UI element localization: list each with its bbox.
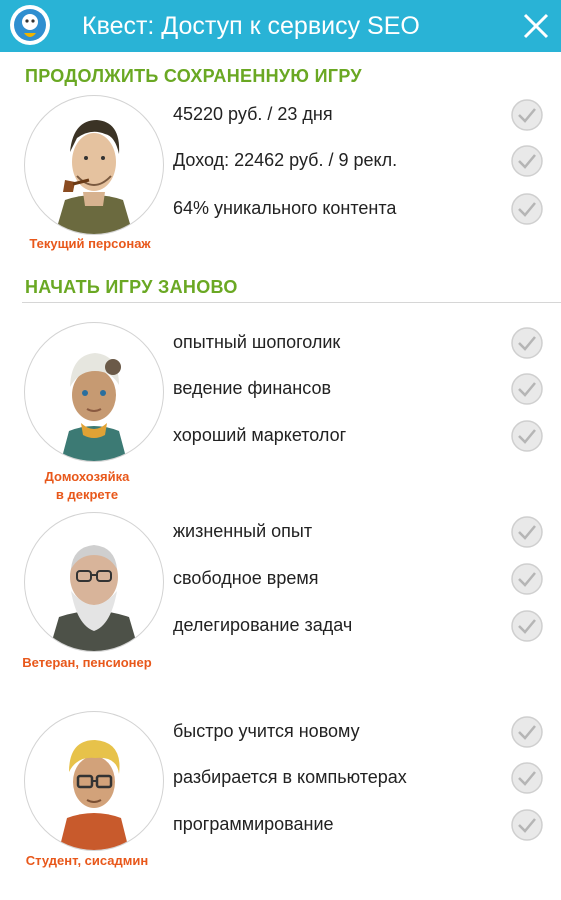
trait-row: разбирается в компьютерах [173,759,543,799]
trait-text: хороший маркетолог [173,425,347,445]
trait-row: программирование [173,806,543,846]
close-icon[interactable] [516,6,556,46]
check-circle-icon [511,610,543,642]
trait-row: опытный шопоголик [173,324,543,364]
trait-row: свободное время [173,560,543,600]
check-circle-icon [511,145,543,177]
trait-row: жизненный опыт [173,513,543,553]
app-avatar-icon[interactable] [10,5,50,45]
student-label: Студент, сисадмин [0,852,177,870]
trait-text: свободное время [173,568,319,588]
check-circle-icon [511,373,543,405]
check-circle-icon [511,809,543,841]
current-character-label: Текущий персонаж [29,236,151,251]
trait-row: хороший маркетолог [173,417,543,457]
label-line: Домохозяйка [44,469,130,484]
check-circle-icon [511,420,543,452]
stat-text: 45220 руб. / 23 дня [173,104,333,124]
stat-row: 64% уникального контента [173,190,543,230]
housewife-label: Домохозяйка в декрете [0,468,177,504]
label-line: Ветеран, пенсионер [22,655,152,670]
new-game-heading[interactable]: НАЧАТЬ ИГРУ ЗАНОВО [25,277,238,298]
stat-row: 45220 руб. / 23 дня [173,96,543,136]
check-circle-icon [511,99,543,131]
housewife-avatar[interactable] [24,322,164,462]
trait-text: делегирование задач [173,615,353,635]
trait-text: жизненный опыт [173,521,313,541]
trait-text: опытный шопоголик [173,332,341,352]
check-circle-icon [511,762,543,794]
trait-text: быстро учится новому [173,721,360,741]
trait-row: делегирование задач [173,607,543,647]
student-avatar[interactable] [24,711,164,851]
trait-text: разбирается в компьютерах [173,767,407,787]
stat-row: Доход: 22462 руб. / 9 рекл. [173,142,543,182]
trait-text: ведение финансов [173,378,332,398]
current-character-avatar[interactable] [24,95,164,235]
stat-text: Доход: 22462 руб. / 9 рекл. [173,150,398,170]
check-circle-icon [511,516,543,548]
check-circle-icon [511,563,543,595]
check-circle-icon [511,193,543,225]
check-circle-icon [511,716,543,748]
window-title: Квест: Доступ к сервису SEO [82,12,420,40]
veteran-avatar[interactable] [24,512,164,652]
stat-text: 64% уникального контента [173,198,397,218]
trait-row: ведение финансов [173,370,543,410]
continue-heading[interactable]: ПРОДОЛЖИТЬ СОХРАНЕННУЮ ИГРУ [25,66,362,87]
check-circle-icon [511,327,543,359]
trait-text: программирование [173,814,334,834]
title-bar: Квест: Доступ к сервису SEO [0,0,561,52]
trait-row: быстро учится новому [173,713,543,753]
label-line: Студент, сисадмин [25,853,149,868]
veteran-label: Ветеран, пенсионер [0,654,177,672]
label-line: в декрете [55,487,119,502]
divider [22,302,561,303]
